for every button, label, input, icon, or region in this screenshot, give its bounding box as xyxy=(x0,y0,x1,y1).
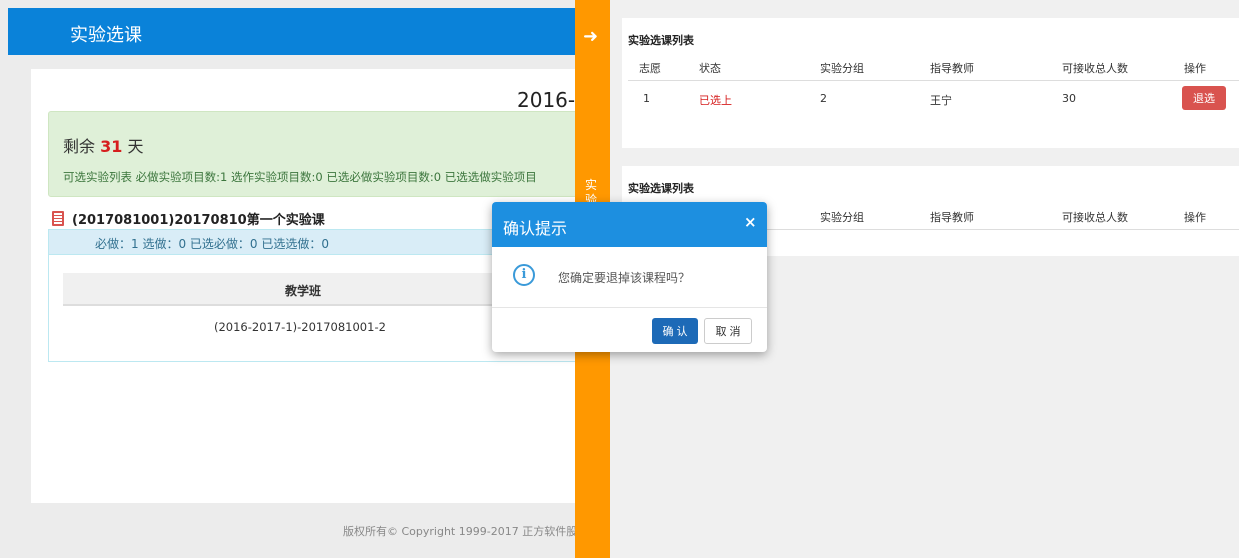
course-title: (2017081001)20170810第一个实验课 xyxy=(52,209,325,228)
page-title: 实验选课 xyxy=(70,25,142,46)
dialog-header: 确认提示 × xyxy=(492,202,767,247)
row-group: 2 xyxy=(820,92,827,105)
class-header-label: 教学班 xyxy=(285,284,322,298)
remaining-days-count: 31 xyxy=(100,137,123,156)
selected-course-card: 实验选课列表 志愿 状态 实验分组 指导教师 可接收总人数 操作 1 已选上 2… xyxy=(622,18,1239,148)
available-table-title: 实验选课列表 xyxy=(628,182,694,195)
arrow-right-icon[interactable]: ➜ xyxy=(583,26,598,47)
page-header-bar: 实验选课 xyxy=(8,8,578,55)
remaining-alert: 剩余 31 天 可选实验列表 必做实验项目数:1 选作实验项目数:0 已选必做实… xyxy=(48,111,578,197)
cancel-button[interactable]: 取 消 xyxy=(704,318,752,344)
header-divider xyxy=(628,80,1239,81)
row-teacher: 王宁 xyxy=(930,94,952,107)
withdraw-button[interactable]: 退选 xyxy=(1182,86,1226,110)
dialog-message: 您确定要退掉该课程吗？ xyxy=(558,271,691,285)
confirm-button[interactable]: 确 认 xyxy=(652,318,698,344)
remaining-days: 剩余 31 天 xyxy=(63,137,144,156)
col-group: 实验分组 xyxy=(820,211,864,224)
col-group: 实验分组 xyxy=(820,62,864,75)
row-status: 已选上 xyxy=(699,94,732,107)
building-icon xyxy=(52,211,64,226)
col-status: 状态 xyxy=(699,62,721,75)
close-icon[interactable]: × xyxy=(744,213,757,231)
selection-summary: 可选实验列表 必做实验项目数:1 选作实验项目数:0 已选必做实验项目数:0 已… xyxy=(63,170,537,184)
confirm-dialog: 确认提示 × i 您确定要退掉该课程吗？ 确 认 取 消 xyxy=(492,202,767,352)
col-capacity: 可接收总人数 xyxy=(1062,211,1128,224)
selected-table-title: 实验选课列表 xyxy=(628,34,694,47)
term-year: 2016- xyxy=(517,88,576,112)
row-priority: 1 xyxy=(643,92,650,105)
col-priority: 志愿 xyxy=(639,62,661,75)
col-capacity: 可接收总人数 xyxy=(1062,62,1128,75)
row-capacity: 30 xyxy=(1062,92,1076,105)
col-action: 操作 xyxy=(1184,211,1206,224)
col-action: 操作 xyxy=(1184,62,1206,75)
copyright-footer: 版权所有© Copyright 1999-2017 正方软件股 xyxy=(343,525,578,538)
course-stats: 必做：1 选做：0 已选必做：0 已选选做：0 xyxy=(95,237,329,251)
class-table-row[interactable]: (2016-2017-1)-2017081001-2 xyxy=(214,320,386,334)
dialog-footer: 确 认 取 消 xyxy=(492,307,767,352)
col-teacher: 指导教师 xyxy=(930,211,974,224)
info-icon: i xyxy=(513,264,535,286)
dialog-title: 确认提示 xyxy=(503,219,568,238)
col-teacher: 指导教师 xyxy=(930,62,974,75)
